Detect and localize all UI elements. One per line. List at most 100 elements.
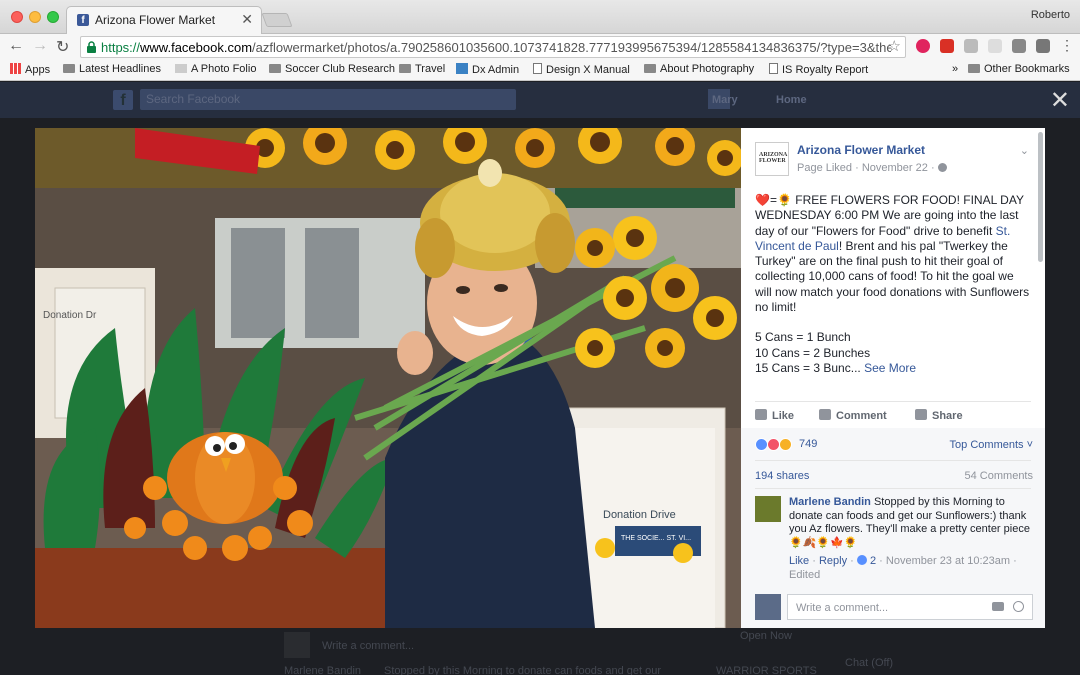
reload-button[interactable]: ↻ [56, 37, 69, 57]
see-more-link[interactable]: See More [864, 361, 916, 375]
folder-icon [399, 64, 411, 73]
home-link: Home [776, 94, 807, 106]
tab-title: Arizona Flower Market [95, 13, 216, 27]
comment-reply-link[interactable]: Reply [819, 555, 847, 567]
forward-button[interactable]: → [32, 37, 48, 55]
bg-comment-preview: Stopped by this Morning to donate can fo… [384, 665, 662, 675]
bookmark-other[interactable]: Other Bookmarks [968, 63, 1070, 75]
current-user-avatar [755, 594, 781, 620]
folder-icon [968, 64, 980, 73]
post-meta: Page Liked · November 22 · [797, 162, 947, 174]
folder-icon [644, 64, 656, 73]
divider [755, 460, 1031, 461]
page-icon [175, 64, 187, 73]
pinterest-extension-icon[interactable] [916, 39, 930, 53]
heart-emoji: ❤️ [755, 193, 770, 207]
post-line-3: 15 Cans = 3 Bunc... [755, 360, 861, 375]
comment-emojis: 🌻🍂🌻🍁🌻 [789, 536, 858, 549]
divider [755, 488, 1031, 489]
profile-name[interactable]: Roberto [1031, 9, 1070, 21]
comment-edited[interactable]: Edited [789, 569, 820, 581]
share-arrow-icon [915, 409, 927, 420]
post-photo[interactable]: Donation Dr Donation Drive THE SOCIE... … [35, 128, 741, 628]
bookmark-photo-folio[interactable]: A Photo Folio [175, 63, 256, 75]
google-extension-icon[interactable] [964, 39, 978, 53]
like-button[interactable]: Like [755, 409, 794, 422]
facebook-favicon-icon: f [77, 14, 89, 26]
bookmark-is-royalty[interactable]: IS Royalty Report [769, 63, 868, 76]
comment-body: Marlene Bandin Stopped by this Morning t… [789, 496, 1033, 550]
mail-extension-icon[interactable] [1012, 39, 1026, 53]
minimize-window-button[interactable] [29, 11, 41, 23]
emoji-icon[interactable] [1013, 601, 1024, 612]
svdp-logo-text: THE SOCIE... ST. VI... [621, 535, 691, 542]
photo-theater: Donation Dr Donation Drive THE SOCIE... … [35, 128, 1045, 628]
page-icon [769, 63, 778, 74]
bg-avatar [284, 632, 310, 658]
comments-count[interactable]: 54 Comments [965, 470, 1033, 482]
lock-icon [87, 41, 96, 53]
comment-like-count[interactable]: 2 [870, 555, 876, 567]
apps-bookmark[interactable]: Apps [10, 63, 50, 76]
thumbs-up-icon [755, 409, 767, 420]
page-avatar[interactable]: ARIZONA FLOWER [755, 142, 789, 176]
post-options-chevron-icon[interactable]: ⌄ [1020, 144, 1029, 157]
bookmark-star-icon[interactable]: ☆ [888, 37, 901, 55]
bookmark-latest-headlines[interactable]: Latest Headlines [63, 63, 161, 75]
reactions-section: 749 Top Comments ˅ 194 shares 54 Comment… [741, 428, 1045, 628]
post-date[interactable]: November 22 [862, 162, 928, 174]
bookmarks-overflow[interactable]: » [952, 63, 958, 75]
facebook-search-input: Search Facebook [140, 89, 516, 110]
top-comments-dropdown[interactable]: Top Comments ˅ [950, 439, 1033, 451]
divider [755, 401, 1031, 402]
new-tab-button[interactable] [261, 13, 293, 27]
user-name: Mary [712, 94, 738, 106]
menu-icon[interactable]: ⋮ [1060, 37, 1074, 54]
comment-timestamp[interactable]: November 23 at 10:23am [886, 555, 1010, 567]
shares-count[interactable]: 194 shares [755, 470, 809, 482]
bg-sidebar-text: WARRIOR SPORTS [716, 665, 817, 675]
like-count-icon [856, 555, 867, 565]
bg-open-now: Open Now [740, 630, 792, 642]
camera-icon[interactable] [992, 602, 1004, 611]
url-text: https://www.facebook.com/azflowermarket/… [101, 40, 891, 55]
bookmark-soccer-club[interactable]: Soccer Club Research [269, 63, 395, 75]
title-bar: f Arizona Flower Market ✕ Roberto [0, 0, 1080, 34]
browser-tab[interactable]: f Arizona Flower Market ✕ [66, 6, 262, 34]
photo-illustration: Donation Dr Donation Drive THE SOCIE... … [35, 128, 741, 628]
comment-author-link[interactable]: Marlene Bandin [789, 496, 871, 508]
close-theater-icon[interactable]: ✕ [1050, 86, 1070, 115]
haha-reaction-icon[interactable] [779, 438, 792, 451]
post-body: ❤️=🌻 FREE FLOWERS FOR FOOD! FINAL DAY WE… [755, 193, 1033, 376]
share-button[interactable]: Share [915, 409, 963, 422]
bg-chat-status: Chat (Off) [845, 657, 894, 669]
cast-icon[interactable] [1036, 39, 1050, 53]
panel-scrollbar[interactable] [1038, 132, 1043, 262]
bg-comment-author: Marlene Bandin [284, 665, 362, 675]
extension-icon[interactable] [988, 39, 1002, 53]
back-button[interactable]: ← [8, 37, 24, 55]
zoom-window-button[interactable] [47, 11, 59, 23]
commenter-avatar[interactable] [755, 496, 781, 522]
facebook-logo-icon: f [113, 90, 133, 110]
tab-close-icon[interactable]: ✕ [241, 11, 253, 28]
page-icon [533, 63, 542, 74]
donation-drive-sign: Donation Drive [603, 509, 676, 521]
extension-icon[interactable] [940, 39, 954, 53]
page-name-link[interactable]: Arizona Flower Market [797, 143, 925, 157]
address-bar[interactable]: https://www.facebook.com/azflowermarket/… [80, 36, 906, 58]
bookmark-about-photography[interactable]: About Photography [644, 63, 754, 75]
comment-button[interactable]: Comment [819, 409, 887, 422]
bookmark-travel[interactable]: Travel [399, 63, 445, 75]
post-side-panel: ARIZONA FLOWER Arizona Flower Market Pag… [741, 128, 1045, 628]
bookmark-dx-admin[interactable]: Dx Admin [456, 63, 519, 76]
post-line-2: 10 Cans = 2 Bunches [755, 345, 871, 360]
reaction-count[interactable]: 749 [799, 438, 817, 450]
write-comment-input[interactable]: Write a comment... [787, 594, 1033, 620]
folder-icon [63, 64, 75, 73]
comment-like-link[interactable]: Like [789, 555, 809, 567]
close-window-button[interactable] [11, 11, 23, 23]
bg-comment-prompt: Write a comment... [322, 640, 415, 652]
bookmark-design-x-manual[interactable]: Design X Manual [533, 63, 630, 76]
comment-icon [819, 409, 831, 420]
